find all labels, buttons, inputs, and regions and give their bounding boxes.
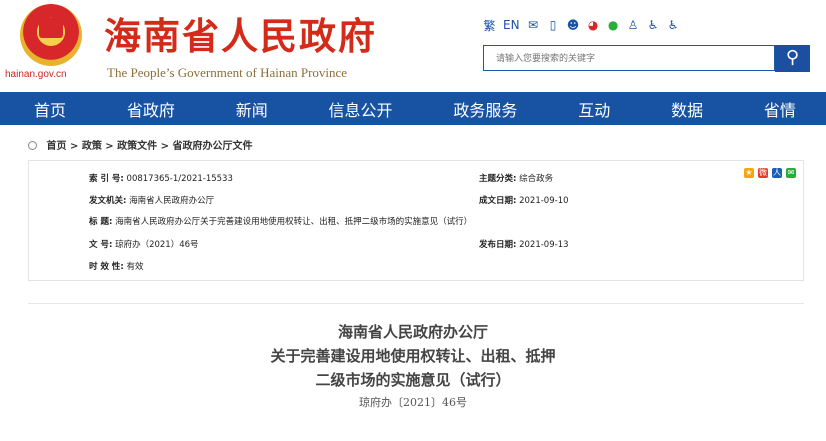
- subject-label: 标 题:: [89, 217, 113, 227]
- wechat-share-icon[interactable]: ✉: [786, 168, 796, 178]
- english-link[interactable]: EN: [503, 18, 520, 32]
- breadcrumb-home[interactable]: 首页: [46, 141, 66, 152]
- publish-date-label: 发布日期:: [479, 240, 517, 250]
- site-title[interactable]: 海南省人民政府: [104, 6, 377, 60]
- nav-news[interactable]: 新闻: [236, 97, 268, 121]
- breadcrumb-office-documents[interactable]: 省政府办公厅文件: [173, 141, 253, 152]
- document-number-label: 文 号:: [89, 240, 113, 250]
- search-input[interactable]: [484, 46, 778, 72]
- breadcrumb: 首页 > 政策 > 政策文件 > 省政府办公厅文件: [28, 137, 253, 152]
- robot-icon[interactable]: ☻: [567, 18, 580, 32]
- mobile-icon[interactable]: ▯: [547, 18, 560, 32]
- weibo-icon[interactable]: ◕: [587, 18, 600, 32]
- document-title-line-3: 二级市场的实施意见（试行）: [315, 371, 511, 389]
- utility-toolbar: 繁 EN ✉ ▯ ☻ ◕ ● ♙ ♿ ♿: [483, 16, 680, 34]
- nav-data[interactable]: 数据: [671, 97, 703, 121]
- publish-date-value: 2021-09-13: [519, 240, 569, 250]
- validity-value: 有效: [126, 262, 144, 272]
- user-icon[interactable]: ♙: [627, 18, 640, 32]
- wechat-icon[interactable]: ●: [607, 18, 620, 32]
- national-emblem-logo[interactable]: [20, 4, 82, 66]
- main-nav: 首页 省政府 新闻 信息公开 政务服务 互动 数据 省情: [0, 92, 826, 125]
- mail-icon[interactable]: ✉: [527, 18, 540, 32]
- accessibility-icon[interactable]: ♿: [647, 18, 660, 32]
- subject-row: 标 题: 海南省人民政府办公厅关于完善建设用地使用权转让、出租、抵押二级市场的实…: [89, 215, 472, 227]
- validity-label: 时 效 性:: [89, 262, 124, 272]
- document-title-line-2: 关于完善建设用地使用权转让、出租、抵押: [270, 347, 556, 365]
- site-subtitle: The People’s Government of Hainan Provin…: [107, 65, 348, 80]
- content-divider: [28, 303, 804, 304]
- index-number-row: 索 引 号: 00817365-1/2021-15533: [89, 172, 233, 184]
- search-button[interactable]: ⚲: [775, 45, 810, 72]
- publish-date-row: 发布日期: 2021-09-13: [479, 238, 569, 250]
- date-written-row: 成文日期: 2021-09-10: [479, 194, 569, 206]
- location-pin-icon: [28, 141, 37, 150]
- index-number-value: 00817365-1/2021-15533: [126, 174, 233, 184]
- validity-row: 时 效 性: 有效: [89, 260, 144, 272]
- nav-provincial-government[interactable]: 省政府: [127, 97, 175, 121]
- issuer-row: 发文机关: 海南省人民政府办公厅: [89, 194, 214, 206]
- weibo-share-icon[interactable]: 微: [758, 168, 768, 178]
- site-header: hainan.gov.cn 海南省人民政府 The People’s Gover…: [0, 0, 826, 92]
- topic-label: 主题分类:: [479, 174, 517, 184]
- search-box: [483, 45, 778, 72]
- document-title-line-1: 海南省人民政府办公厅: [337, 323, 488, 341]
- site-domain: hainan.gov.cn: [5, 69, 67, 80]
- topic-row: 主题分类: 综合政务: [479, 172, 553, 184]
- topic-value: 综合政务: [519, 174, 554, 184]
- search-icon: ⚲: [785, 47, 800, 68]
- elderly-mode-icon[interactable]: ♿: [667, 18, 680, 32]
- qzone-share-icon[interactable]: ★: [744, 168, 754, 178]
- document-number: 琼府办〔2021〕46号: [359, 396, 467, 409]
- nav-province-profile[interactable]: 省情: [764, 97, 796, 121]
- document-number-row: 文 号: 琼府办（2021）46号: [89, 238, 199, 250]
- share-icons: ★ 微 人 ✉: [744, 168, 796, 178]
- nav-information-disclosure[interactable]: 信息公开: [329, 97, 393, 121]
- renren-share-icon[interactable]: 人: [772, 168, 782, 178]
- breadcrumb-policy[interactable]: 政策: [82, 141, 102, 152]
- date-written-label: 成文日期:: [479, 196, 517, 206]
- issuer-value: 海南省人民政府办公厅: [129, 196, 215, 206]
- subject-value: 海南省人民政府办公厅关于完善建设用地使用权转让、出租、抵押二级市场的实施意见（试…: [115, 217, 473, 227]
- index-number-label: 索 引 号:: [89, 174, 124, 184]
- nav-home[interactable]: 首页: [34, 97, 66, 121]
- breadcrumb-policy-documents[interactable]: 政策文件: [117, 141, 157, 152]
- nav-government-services[interactable]: 政务服务: [453, 97, 517, 121]
- document-metadata-box: ★ 微 人 ✉ 索 引 号: 00817365-1/2021-15533 主题分…: [28, 160, 804, 281]
- issuer-label: 发文机关:: [89, 196, 127, 206]
- traditional-chinese-link[interactable]: 繁: [483, 17, 496, 34]
- date-written-value: 2021-09-10: [519, 196, 569, 206]
- document-number-value: 琼府办（2021）46号: [115, 240, 199, 250]
- nav-interaction[interactable]: 互动: [578, 97, 610, 121]
